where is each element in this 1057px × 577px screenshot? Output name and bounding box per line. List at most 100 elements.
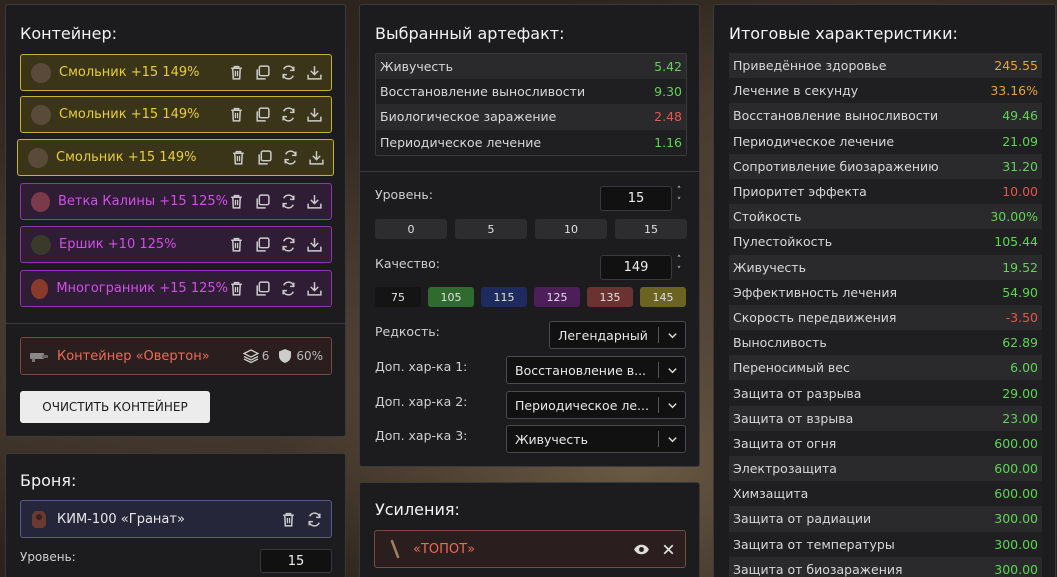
trash-icon[interactable] [228,236,245,253]
copy-icon[interactable] [254,106,271,123]
container-item[interactable]: Многогранник +15 125% [20,270,332,307]
artifact-icon [31,191,50,212]
stat-value: 6.00 [1010,360,1038,376]
rarity-select[interactable]: Легендарный [549,321,686,349]
download-icon[interactable] [306,106,323,123]
container-item-label: Ершик +10 125% [59,237,177,252]
stat-row: Пулестойкость 105.44 [729,229,1042,255]
swap-icon[interactable] [280,193,297,210]
armor-icon [29,509,49,529]
stat-name: Защита от температуры [733,536,895,552]
chevron-down-icon [659,434,685,445]
swap-icon[interactable] [282,149,299,166]
container-item[interactable]: Смольник +15 149% [20,96,332,133]
copy-icon[interactable] [254,193,271,210]
quality-preset-button[interactable]: 75 [375,287,421,307]
shield-icon [279,349,292,363]
stat-row: Лечение в секунду 33.16% [729,78,1042,104]
stat-row: Переносимый вес 6.00 [729,355,1042,381]
stat-value: 245.55 [994,58,1038,74]
download-icon[interactable] [306,280,323,297]
armor-level-input[interactable]: 15 [260,549,332,573]
container-item-label: Смольник +15 149% [56,150,197,165]
extra2-select[interactable]: Периодическое ле... [506,391,686,419]
copy-icon[interactable] [254,280,271,297]
swap-icon[interactable] [280,236,297,253]
copy-icon[interactable] [254,64,271,81]
trash-icon[interactable] [228,106,245,123]
boost-icon [385,539,405,559]
container-overton[interactable]: Контейнер «Овертон» 6 60% [20,337,332,375]
container-item[interactable]: Смольник +15 149% [20,54,332,91]
stat-row: Защита от огня 600.00 [729,430,1042,456]
artifact-level-input[interactable]: 15 [600,186,672,211]
download-icon[interactable] [306,193,323,210]
artifact-icon [31,234,51,255]
download-icon[interactable] [306,64,323,81]
container-item[interactable]: Смольник +15 149% [17,139,334,176]
quality-preset-button[interactable]: 105 [428,287,474,307]
clear-container-button[interactable]: ОЧИСТИТЬ КОНТЕЙНЕР [20,391,210,423]
container-title: Контейнер: [20,24,118,43]
container-item[interactable]: Ветка Калины +15 125% [20,183,332,220]
stat-value: 31.20 [1002,158,1038,174]
stat-value: 5.42 [654,59,682,75]
level-preset-button[interactable]: 0 [375,219,447,239]
stat-value: 300.00 [994,536,1038,552]
stat-row: Периодическое лечение 21.09 [729,128,1042,154]
level-preset-button[interactable]: 10 [535,219,607,239]
stat-name: Приведённое здоровье [733,58,887,74]
level-preset-button[interactable]: 15 [615,219,687,239]
close-icon[interactable] [660,541,677,558]
trash-icon[interactable] [228,193,245,210]
level-preset-button[interactable]: 5 [455,219,527,239]
extra1-select[interactable]: Восстановление в... [506,356,686,384]
container-item[interactable]: Ершик +10 125% [20,226,332,263]
copy-icon[interactable] [254,236,271,253]
swap-icon[interactable] [280,106,297,123]
quality-stepper[interactable]: ˄ ˅ [674,255,684,277]
trash-icon[interactable] [230,149,247,166]
stat-value: 9.30 [654,84,682,100]
level-stepper[interactable]: ˄ ˅ [674,186,684,208]
stat-value: 23.00 [1002,410,1038,426]
stat-row: Восстановление выносливости 9.30 [376,79,686,105]
artifact-quality-input[interactable]: 149 [600,255,672,280]
stat-name: Электрозащита [733,461,837,477]
quality-preset-button[interactable]: 125 [534,287,580,307]
trash-icon[interactable] [280,511,297,528]
stat-name: Периодическое лечение [733,133,895,149]
stat-name: Сопротивление биозаражению [733,158,939,174]
armor-item-label: КИМ-100 «Гранат» [57,511,185,527]
download-icon[interactable] [308,149,325,166]
container-overton-label: Контейнер «Овертон» [57,348,210,364]
extra3-value: Живучесть [515,431,588,447]
stat-row: Электрозащита 600.00 [729,456,1042,482]
quality-preset-button[interactable]: 115 [481,287,527,307]
stat-value: 105.44 [994,234,1038,250]
armor-item[interactable]: КИМ-100 «Гранат» [20,500,332,538]
stat-row: Живучесть 19.52 [729,254,1042,280]
slots-value: 6 [261,349,270,363]
quality-preset-button[interactable]: 145 [640,287,686,307]
stat-name: Защита от радиации [733,511,872,527]
eye-icon[interactable] [633,541,650,558]
artifact-stats-table: Живучесть 5.42 Восстановление выносливости… [375,53,687,156]
extra1-label: Доп. хар-ка 1: [375,359,468,374]
quality-preset-button[interactable]: 135 [587,287,633,307]
stat-value: 300.00 [994,511,1038,527]
extra3-select[interactable]: Живучесть [506,425,686,453]
container-item-label: Многогранник +15 125% [56,281,228,296]
summary-title: Итоговые характеристики: [729,24,958,43]
trash-icon[interactable] [228,64,245,81]
swap-icon[interactable] [306,511,323,528]
swap-icon[interactable] [280,280,297,297]
swap-icon[interactable] [280,64,297,81]
armor-level-label: Уровень: [20,550,76,564]
artifact-title: Выбранный артефакт: [375,24,565,43]
boost-item[interactable]: «ТОПОТ» [374,530,686,568]
copy-icon[interactable] [256,149,273,166]
armor-panel: Броня: КИМ-100 «Гранат» Уровень: 15 [5,453,346,577]
trash-icon[interactable] [228,280,245,297]
download-icon[interactable] [306,236,323,253]
